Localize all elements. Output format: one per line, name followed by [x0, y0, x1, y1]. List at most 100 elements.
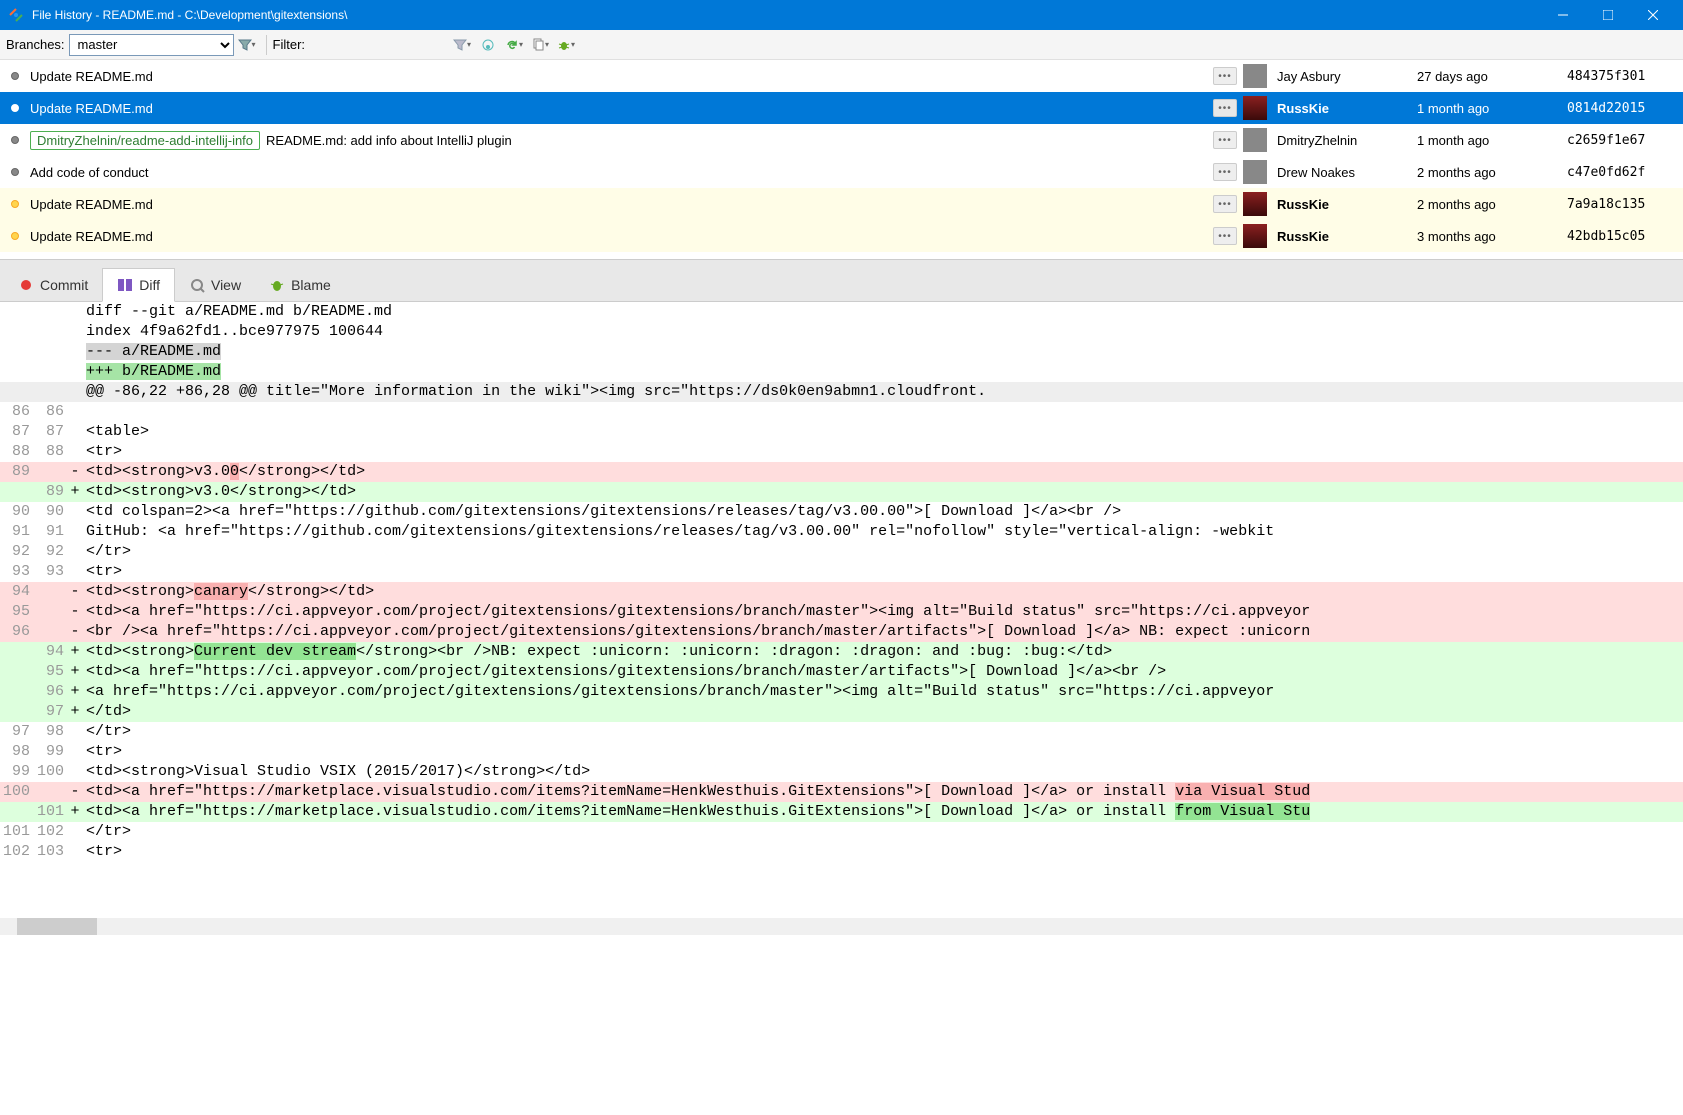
commit-history[interactable]: Update README.md ••• Jay Asbury 27 days … [0, 60, 1683, 260]
diff-line: 8888 <tr> [0, 442, 1683, 462]
diff-line: 8787 <table> [0, 422, 1683, 442]
branch-select[interactable]: master [69, 34, 234, 56]
commit-date: 27 days ago [1417, 69, 1567, 84]
blame-icon [269, 277, 285, 293]
tab-view[interactable]: View [175, 269, 255, 301]
diff-line: --- a/README.md [0, 342, 1683, 362]
commit-hash: 7a9a18c135 [1567, 197, 1677, 212]
diff-line: 101102 </tr> [0, 822, 1683, 842]
filter-apply-icon[interactable]: ▾ [452, 35, 472, 55]
commit-date: 1 month ago [1417, 101, 1567, 116]
minimize-button[interactable] [1540, 0, 1585, 30]
commit-message: Update README.md [22, 229, 1213, 244]
filter-input[interactable] [309, 37, 449, 52]
graph-node [8, 156, 22, 188]
commit-message: Add code of conduct [22, 165, 1213, 180]
commit-message: Update README.md [22, 69, 1213, 84]
commit-date: 1 month ago [1417, 133, 1567, 148]
commit-message: Update README.md [22, 101, 1213, 116]
filter-funnel-icon[interactable]: ▾ [237, 35, 257, 55]
diff-line: 9899 <tr> [0, 742, 1683, 762]
diff-line: 96+ <a href="https://ci.appveyor.com/pro… [0, 682, 1683, 702]
diff-line: 99100 <td><strong>Visual Studio VSIX (20… [0, 762, 1683, 782]
diff-line: 96- <br /><a href="https://ci.appveyor.c… [0, 622, 1683, 642]
diff-line: 89+ <td><strong>v3.0</strong></td> [0, 482, 1683, 502]
diff-line: 95- <td><a href="https://ci.appveyor.com… [0, 602, 1683, 622]
diff-line: 9798 </tr> [0, 722, 1683, 742]
more-button[interactable]: ••• [1213, 131, 1237, 149]
copy-icon[interactable]: ▾ [530, 35, 550, 55]
app-icon [8, 7, 24, 23]
commit-row[interactable]: Update README.md ••• RussKie 1 month ago… [0, 92, 1683, 124]
refresh-icon[interactable]: ▾ [504, 35, 524, 55]
tab-bar: CommitDiffViewBlame [0, 260, 1683, 302]
diff-line: 89- <td><strong>v3.00</strong></td> [0, 462, 1683, 482]
horizontal-scrollbar[interactable] [0, 918, 1683, 935]
avatar [1243, 160, 1267, 184]
bug-icon[interactable]: ▾ [556, 35, 576, 55]
diff-line: @@ -86,22 +86,28 @@ title="More informat… [0, 382, 1683, 402]
author: Drew Noakes [1277, 165, 1417, 180]
commit-hash: 42bdb15c05 [1567, 229, 1677, 244]
diff-line: 100- <td><a href="https://marketplace.vi… [0, 782, 1683, 802]
tab-diff[interactable]: Diff [102, 268, 175, 302]
commit-date: 3 months ago [1417, 229, 1567, 244]
diff-line: index 4f9a62fd1..bce977975 100644 [0, 322, 1683, 342]
diff-line: 94- <td><strong>canary</strong></td> [0, 582, 1683, 602]
commit-hash: c2659f1e67 [1567, 133, 1677, 148]
avatar [1243, 64, 1267, 88]
toolbar: Branches: master ▾ Filter: ▾ ▾ ▾ ▾ [0, 30, 1683, 60]
close-button[interactable] [1630, 0, 1675, 30]
diff-line: 9090 <td colspan=2><a href="https://gith… [0, 502, 1683, 522]
commit-row[interactable]: Update README.md ••• Jay Asbury 27 days … [0, 60, 1683, 92]
author: RussKie [1277, 101, 1417, 116]
commit-hash: 484375f301 [1567, 69, 1677, 84]
diff-line: 101+ <td><a href="https://marketplace.vi… [0, 802, 1683, 822]
avatar [1243, 192, 1267, 216]
author: DmitryZhelnin [1277, 133, 1417, 148]
author: RussKie [1277, 229, 1417, 244]
more-button[interactable]: ••• [1213, 163, 1237, 181]
view-icon [189, 277, 205, 293]
diff-line: 9191 GitHub: <a href="https://github.com… [0, 522, 1683, 542]
more-button[interactable]: ••• [1213, 227, 1237, 245]
avatar [1243, 224, 1267, 248]
graph-node [8, 124, 22, 156]
commit-row[interactable]: Add code of conduct ••• Drew Noakes 2 mo… [0, 156, 1683, 188]
diff-line: 95+ <td><a href="https://ci.appveyor.com… [0, 662, 1683, 682]
branch-badge: DmitryZhelnin/readme-add-intellij-info [30, 131, 260, 150]
commit-icon [18, 277, 34, 293]
diff-line: 8686 [0, 402, 1683, 422]
commit-date: 2 months ago [1417, 197, 1567, 212]
filter-label: Filter: [273, 37, 306, 52]
more-button[interactable]: ••• [1213, 195, 1237, 213]
commit-hash: c47e0fd62f [1567, 165, 1677, 180]
diff-line: diff --git a/README.md b/README.md [0, 302, 1683, 322]
diff-viewer[interactable]: diff --git a/README.md b/README.md index… [0, 302, 1683, 918]
globe-icon[interactable] [478, 35, 498, 55]
more-button[interactable]: ••• [1213, 99, 1237, 117]
commit-hash: 0814d22015 [1567, 101, 1677, 116]
diff-line: 9292 </tr> [0, 542, 1683, 562]
maximize-button[interactable] [1585, 0, 1630, 30]
more-button[interactable]: ••• [1213, 67, 1237, 85]
commit-row[interactable]: Update README.md ••• RussKie 3 months ag… [0, 220, 1683, 252]
commit-date: 2 months ago [1417, 165, 1567, 180]
author: Jay Asbury [1277, 69, 1417, 84]
diff-icon [117, 277, 133, 293]
commit-message: DmitryZhelnin/readme-add-intellij-infoRE… [22, 131, 1213, 150]
diff-line: 9393 <tr> [0, 562, 1683, 582]
diff-line: 94+ <td><strong>Current dev stream</stro… [0, 642, 1683, 662]
tab-commit[interactable]: Commit [4, 269, 102, 301]
graph-node [8, 188, 22, 220]
diff-line: +++ b/README.md [0, 362, 1683, 382]
window-title: File History - README.md - C:\Developmen… [32, 8, 1540, 22]
commit-row[interactable]: DmitryZhelnin/readme-add-intellij-infoRE… [0, 124, 1683, 156]
commit-message: Update README.md [22, 197, 1213, 212]
diff-line: 102103 <tr> [0, 842, 1683, 862]
author: RussKie [1277, 197, 1417, 212]
graph-node [8, 220, 22, 252]
tab-blame[interactable]: Blame [255, 269, 345, 301]
commit-row[interactable]: Update README.md ••• RussKie 2 months ag… [0, 188, 1683, 220]
graph-node [8, 92, 22, 124]
